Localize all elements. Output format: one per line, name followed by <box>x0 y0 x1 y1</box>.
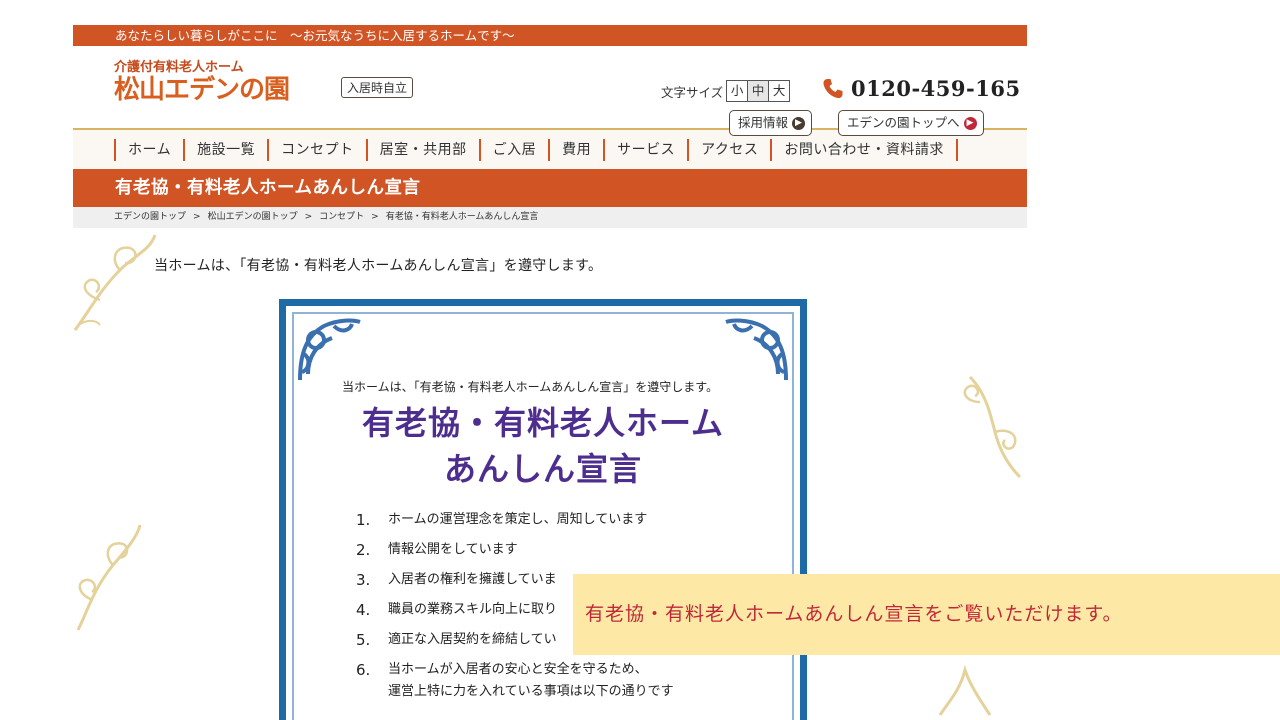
breadcrumb-separator: > <box>304 212 313 222</box>
corner-ornament-right-icon <box>725 318 788 381</box>
arrow-right-icon: ▶ <box>792 116 806 130</box>
gold-flourish-ornament-right <box>963 375 1022 479</box>
nav-item-rooms[interactable]: 居室・共用部 <box>365 138 479 161</box>
nav-item-contact[interactable]: お問い合わせ・資料請求 <box>770 138 958 161</box>
list-item-text-line1: 当ホームが入居者の安心と安全を守るため、 <box>388 662 648 677</box>
list-item-number: 5. <box>356 631 371 649</box>
list-item-text: ホームの運営理念を策定し、周知しています <box>388 512 648 527</box>
breadcrumb-link-eden-top[interactable]: エデンの園トップ <box>114 212 186 222</box>
nav-item-concept[interactable]: コンセプト <box>267 138 366 161</box>
breadcrumb-current: 有老協・有料老人ホームあんしん宣言 <box>385 212 539 222</box>
gold-flourish-ornament-left-bottom <box>76 524 142 631</box>
list-item: 1. ホームの運営理念を策定し、周知しています <box>356 509 674 539</box>
declaration-document-image[interactable]: 当ホームは、「有老協・有料老人ホームあんしん宣言」を遵守します。 有老協・有料老… <box>279 299 807 720</box>
recruit-button[interactable]: 採用情報 ▶ <box>729 110 813 136</box>
phone-contact[interactable]: 0120-459-165 <box>821 76 1021 101</box>
page-title-bar: 有老協・有料老人ホームあんしん宣言 <box>73 169 1027 207</box>
site-page: あなたらしい暮らしがここに ～お元気なうちに入居するホームです～ 介護付有料老人… <box>73 25 1027 228</box>
intro-text: 当ホームは、「有老協・有料老人ホームあんしん宣言」を遵守します。 <box>154 258 603 274</box>
site-logo[interactable]: 介護付有料老人ホーム 松山エデンの園 <box>114 60 290 105</box>
breadcrumb: エデンの園トップ > 松山エデンの園トップ > コンセプト > 有老協・有料老人ホームあんし… <box>73 207 1027 228</box>
font-size-large-button[interactable]: 大 <box>768 80 791 102</box>
list-item-text: 職員の業務スキル向上に取り <box>388 602 558 617</box>
list-item-text: 適正な入居契約を締結してい <box>388 632 557 647</box>
logo-subtitle: 介護付有料老人ホーム <box>114 60 244 75</box>
font-size-label: 文字サイズ <box>661 84 724 100</box>
nav-item-admission[interactable]: ご入居 <box>478 138 549 161</box>
caption-overlay: 有老協・有料老人ホームあんしん宣言をご覧いただけます。 <box>573 574 1280 655</box>
recruit-button-label: 採用情報 <box>738 115 789 130</box>
list-item-number: 4. <box>356 601 371 619</box>
gold-flourish-ornament-bottom-right <box>938 664 992 716</box>
corner-ornament-left-icon <box>298 318 361 381</box>
phone-number: 0120-459-165 <box>851 76 1021 101</box>
tagline-bar: あなたらしい暮らしがここに ～お元気なうちに入居するホームです～ <box>73 25 1027 46</box>
nav-item-access[interactable]: アクセス <box>687 138 770 161</box>
eden-top-button[interactable]: エデンの園トップへ ▶ <box>838 110 984 136</box>
breadcrumb-link-matsuyama-top[interactable]: 松山エデンの園トップ <box>208 212 298 222</box>
nav-item-services[interactable]: サービス <box>603 138 687 161</box>
breadcrumb-link-concept[interactable]: コンセプト <box>319 212 364 222</box>
font-size-switcher: 文字サイズ 小 中 大 <box>661 80 791 102</box>
nav-item-facilities[interactable]: 施設一覧 <box>183 138 267 161</box>
page-title: 有老協・有料老人ホームあんしん宣言 <box>115 178 421 198</box>
list-item-text-line2: 運営上特に力を入れている事項は以下の通りです <box>388 684 674 699</box>
nav-item-fees[interactable]: 費用 <box>548 138 603 161</box>
document-title: 有老協・有料老人ホーム あんしん宣言 <box>286 400 800 492</box>
tagline-text: あなたらしい暮らしがここに ～お元気なうちに入居するホームです～ <box>115 28 515 43</box>
font-size-small-button[interactable]: 小 <box>726 80 749 102</box>
list-item-number: 2. <box>356 541 371 559</box>
nav-item-home[interactable]: ホーム <box>114 138 183 161</box>
phone-icon <box>823 78 843 98</box>
list-item-text: 情報公開をしています <box>388 542 518 557</box>
document-intro: 当ホームは、「有老協・有料老人ホームあんしん宣言」を遵守します。 <box>342 380 719 394</box>
document-title-line2: あんしん宣言 <box>443 450 642 488</box>
list-item-text: 当ホームが入居者の安心と安全を守るため、運営上特に力を入れている事項は以下の通り… <box>388 659 674 703</box>
list-item: 2. 情報公開をしています <box>356 539 674 569</box>
list-item: 6. 当ホームが入居者の安心と安全を守るため、運営上特に力を入れている事項は以下の… <box>356 659 674 703</box>
list-item-number: 1. <box>356 511 371 529</box>
list-item-number: 3. <box>356 571 371 589</box>
breadcrumb-separator: > <box>193 212 201 222</box>
breadcrumb-separator: > <box>371 212 379 222</box>
font-size-medium-button[interactable]: 中 <box>747 80 770 102</box>
document-title-line1: 有老協・有料老人ホーム <box>361 404 725 442</box>
list-item-number: 6. <box>356 661 371 679</box>
list-item-text: 入居者の権利を擁護していま <box>388 572 557 587</box>
caption-text: 有老協・有料老人ホームあんしん宣言をご覧いただけます。 <box>585 603 1123 625</box>
independent-badge: 入居時自立 <box>341 77 414 98</box>
eden-top-button-label: エデンの園トップへ <box>847 115 960 130</box>
logo-title: 松山エデンの園 <box>114 75 290 105</box>
site-header: 介護付有料老人ホーム 松山エデンの園 入居時自立 文字サイズ 小 中 大 012… <box>73 46 1027 136</box>
gold-flourish-ornament-left-top <box>73 234 157 331</box>
arrow-right-icon: ▶ <box>963 116 977 130</box>
